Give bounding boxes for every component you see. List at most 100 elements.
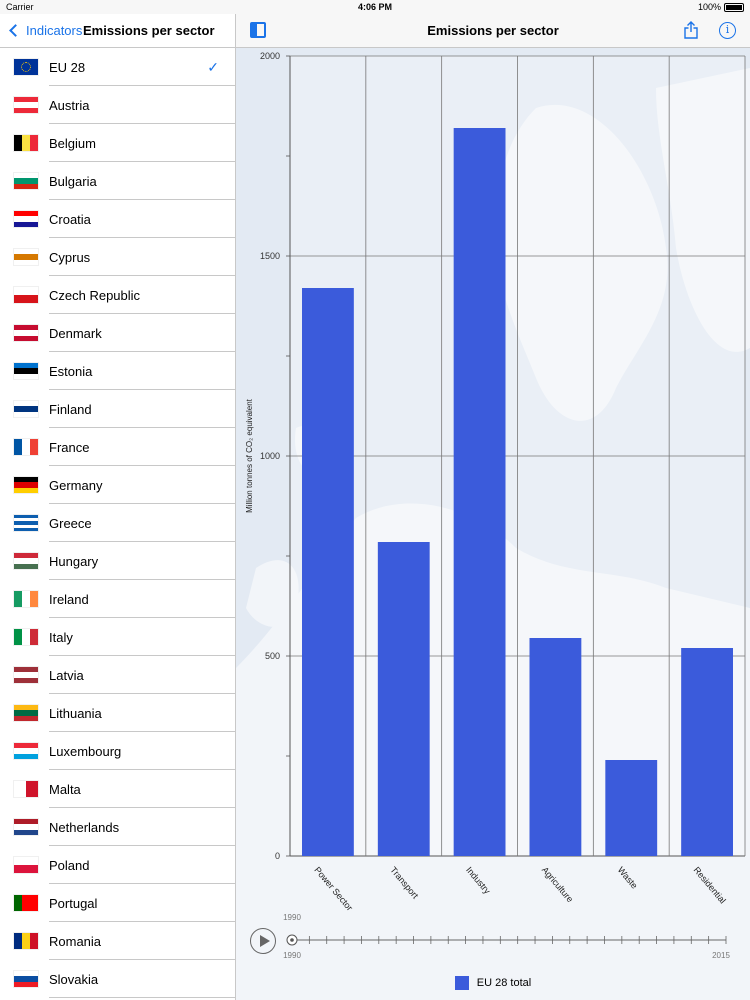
flag-icon [14,743,38,759]
clock: 4:06 PM [357,2,392,12]
country-row[interactable]: Lithuania [0,694,235,732]
country-row[interactable]: Cyprus [0,238,235,276]
chevron-left-icon [9,24,22,37]
country-name: Ireland [49,591,89,607]
country-row[interactable]: Malta [0,770,235,808]
battery-icon [724,2,744,12]
country-name: Luxembourg [49,743,122,759]
back-button[interactable]: Indicators [8,23,82,38]
country-row[interactable]: Estonia [0,352,235,390]
country-name: Hungary [49,553,99,569]
checkmark-icon: ✓ [207,59,219,75]
country-row[interactable]: Netherlands [0,808,235,846]
bar [529,638,582,856]
bar-chart: 0 500 1000 1500 2000 Million tonnes of CO₂ eq… [245,51,746,960]
x-tick-label: Transport [388,865,421,901]
flag-icon [14,363,38,379]
country-name: Denmark [49,325,102,341]
y-tick-label: 500 [265,651,280,661]
sidebar-title: Emissions per sector [83,23,215,38]
bar [377,542,430,856]
country-name: Malta [49,781,81,797]
country-name: Netherlands [49,819,120,835]
battery-percent: 100% [697,2,721,12]
country-row[interactable]: France [0,428,235,466]
country-name: Cyprus [49,249,91,265]
country-name: Latvia [49,667,84,683]
chart-legend: EU 28 total [236,976,750,990]
country-name: Lithuania [49,705,102,721]
sidebar-navbar: Indicators Emissions per sector [0,14,235,48]
country-name: Croatia [49,211,91,227]
legend-swatch [454,976,469,990]
country-name: Belgium [49,135,96,151]
y-tick-label: 1500 [260,251,280,261]
flag-icon [14,173,38,189]
x-tick-label: Agriculture [540,865,575,904]
status-bar: Carrier 4:06 PM 100% [0,0,750,14]
bar [302,288,354,856]
flag-icon [14,211,38,227]
flag-icon [14,819,38,835]
country-name: Greece [49,515,92,531]
country-row[interactable]: Finland [0,390,235,428]
flag-icon [14,135,38,151]
back-label: Indicators [26,23,83,38]
country-row[interactable]: Slovakia [0,960,235,998]
y-tick-label: 1000 [260,451,280,461]
y-tick-label: 2000 [260,51,280,61]
flag-icon [14,97,38,113]
flag-icon [14,857,38,873]
country-row[interactable]: Bulgaria [0,162,235,200]
y-axis-label: Million tonnes of CO₂ equivalent [245,398,254,513]
play-button[interactable] [250,928,276,954]
country-row[interactable]: Romania [0,922,235,960]
country-row[interactable]: Latvia [0,656,235,694]
flag-icon [14,781,38,797]
timeline-handle-dot [290,938,294,942]
flag-icon [14,59,38,75]
y-tick-label: 0 [275,851,280,861]
country-row[interactable]: Czech Republic [0,276,235,314]
flag-icon [14,515,38,531]
country-name: Estonia [49,363,93,379]
country-row[interactable]: Germany [0,466,235,504]
country-row[interactable]: Denmark [0,314,235,352]
flag-icon [14,705,38,721]
country-name: Bulgaria [49,173,97,189]
timeline-end-label: 2015 [712,951,730,960]
x-tick-label: Residential [692,865,728,906]
country-row[interactable]: EU 28 ✓ [0,48,235,86]
country-name: Finland [49,401,92,417]
country-row[interactable]: Ireland [0,580,235,618]
flag-icon [14,325,38,341]
flag-icon [14,667,38,683]
flag-icon [14,591,38,607]
country-row[interactable]: Austria [0,86,235,124]
flag-icon [14,629,38,645]
country-row[interactable]: Italy [0,618,235,656]
x-tick-label: Waste [616,865,640,891]
flag-icon [14,477,38,493]
sidebar: Indicators Emissions per sector EU 28 ✓ Au… [0,14,236,1000]
country-row[interactable]: Hungary [0,542,235,580]
country-name: France [49,439,90,455]
country-row[interactable]: Croatia [0,200,235,238]
flag-icon [14,553,38,569]
flag-icon [14,971,38,987]
country-name: Portugal [49,895,98,911]
country-name: Romania [49,933,102,949]
country-row[interactable]: Portugal [0,884,235,922]
country-name: Poland [49,857,90,873]
country-name: Germany [49,477,103,493]
flag-icon [14,933,38,949]
country-name: EU 28 [49,59,86,75]
flag-icon [14,895,38,911]
flag-icon [14,287,38,303]
bar [681,648,733,856]
flag-icon [14,249,38,265]
country-row[interactable]: Poland [0,846,235,884]
country-row[interactable]: Belgium [0,124,235,162]
country-row[interactable]: Greece [0,504,235,542]
country-row[interactable]: Luxembourg [0,732,235,770]
